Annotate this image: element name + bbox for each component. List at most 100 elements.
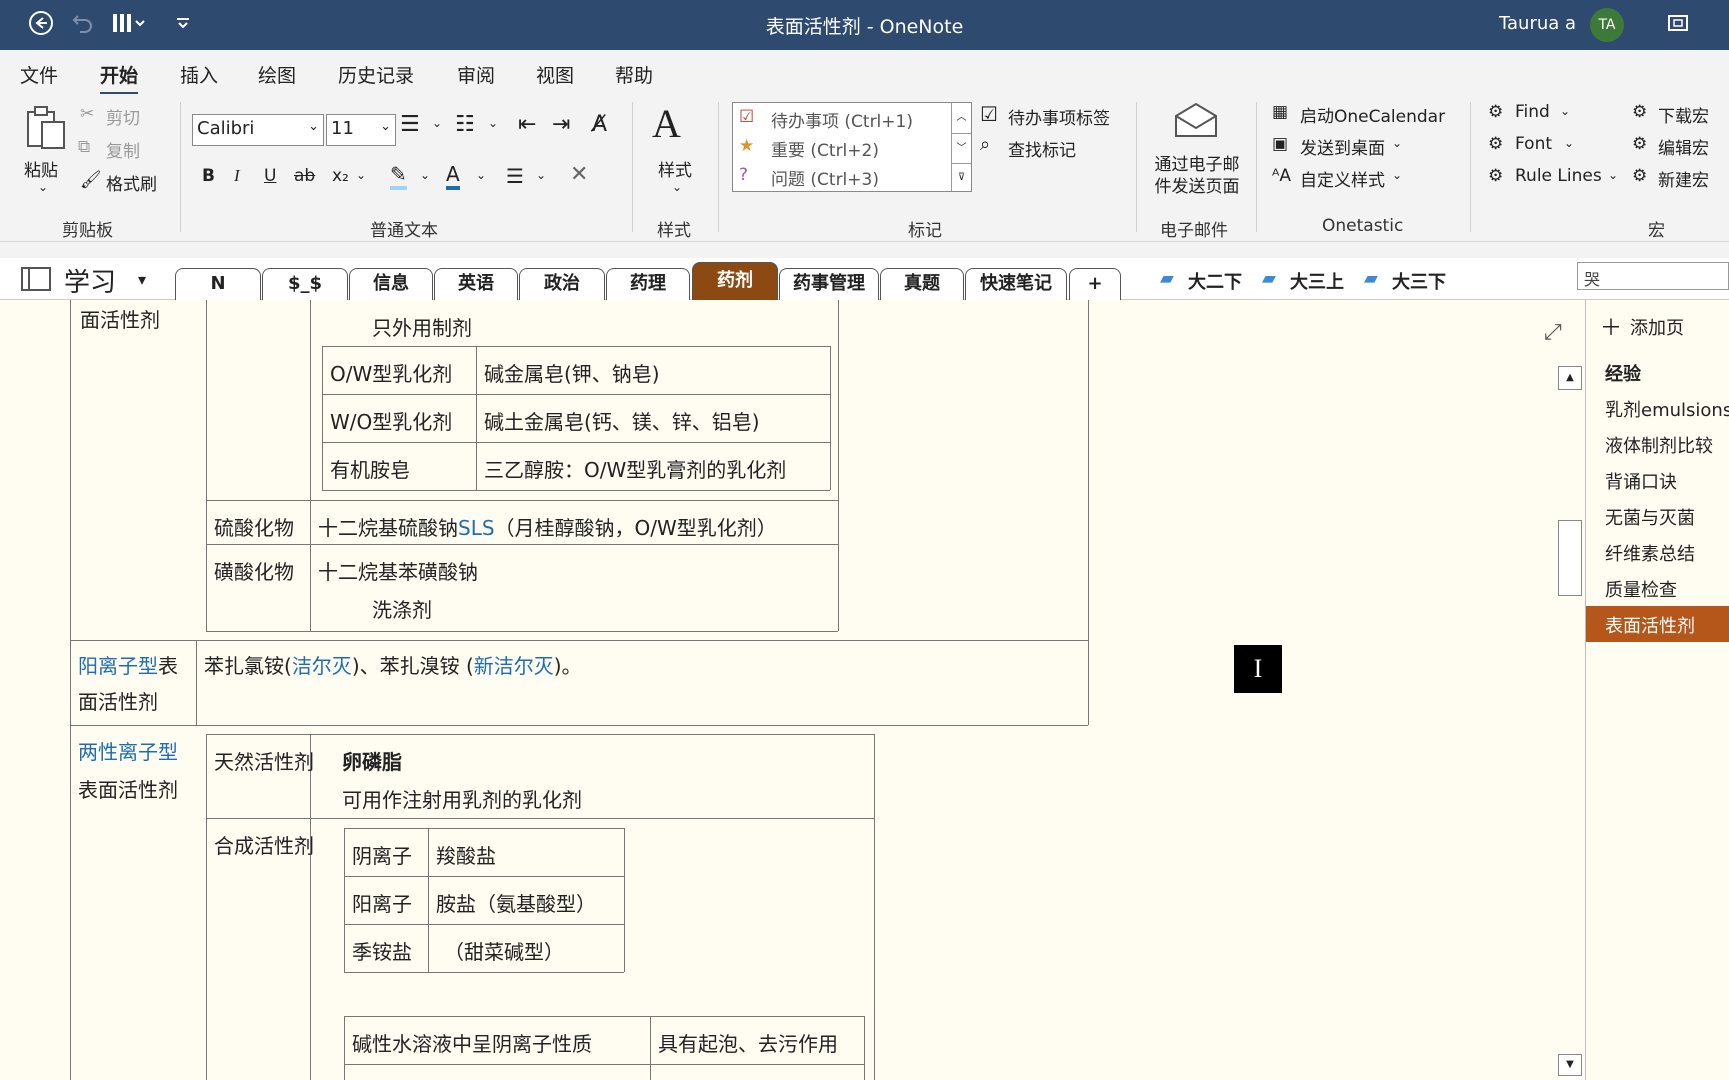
email-icon[interactable] xyxy=(1172,100,1220,145)
new-macro-button[interactable]: 新建宏 xyxy=(1658,166,1709,191)
subscript-icon[interactable]: x₂ xyxy=(332,166,349,186)
rule-lines-macro-button[interactable]: Rule Lines xyxy=(1515,166,1602,186)
new-macro-icon[interactable]: ⚙ xyxy=(1632,166,1647,186)
email-page-button[interactable]: 通过电子邮 件发送页面 xyxy=(1150,154,1244,198)
download-macro-button[interactable]: 下载宏 xyxy=(1658,102,1709,127)
delete-icon[interactable]: ✕ xyxy=(570,162,588,187)
chevron-down-icon[interactable]: ⌄ xyxy=(1392,136,1402,150)
chevron-down-icon[interactable]: ⌄ xyxy=(1608,168,1618,182)
user-name[interactable]: Taurua a xyxy=(1499,13,1576,34)
format-painter-icon[interactable]: 🖌 xyxy=(80,170,102,190)
menu-draw[interactable]: 绘图 xyxy=(258,61,296,88)
chevron-down-icon[interactable]: ⌄ xyxy=(38,180,48,194)
font-macro-icon[interactable]: ⚙ xyxy=(1488,134,1503,154)
page-item[interactable]: 无菌与灭菌 xyxy=(1586,498,1729,534)
menu-history[interactable]: 历史记录 xyxy=(338,61,414,88)
section-tab-dollar[interactable]: $_$ xyxy=(262,268,348,300)
menu-review[interactable]: 审阅 xyxy=(457,61,495,88)
highlight-icon[interactable]: ✎ xyxy=(390,162,407,190)
page-canvas[interactable]: 面活性剂 只外用制剂 O/W型乳化剂 碱金属皂(钾、钠皂) W/O型乳化剂 碱土… xyxy=(0,300,1585,1080)
increase-indent-icon[interactable]: ⇥ xyxy=(552,112,570,137)
avatar[interactable]: TA xyxy=(1590,8,1624,42)
menu-file[interactable]: 文件 xyxy=(20,61,58,88)
page-item[interactable]: 质量检查 xyxy=(1586,570,1729,606)
send-desktop-icon[interactable]: ▣ xyxy=(1272,134,1288,154)
paste-icon[interactable] xyxy=(24,104,68,155)
font-family-combo[interactable]: Calibri ⌄ xyxy=(192,114,324,146)
chevron-down-icon[interactable]: ⌄ xyxy=(536,168,546,182)
add-page-button[interactable]: 添加页 xyxy=(1630,314,1684,340)
section-group-3a[interactable]: 大三上 xyxy=(1290,268,1344,294)
section-tab-pharmacy-admin[interactable]: 药事管理 xyxy=(779,268,879,300)
font-color-icon[interactable]: A xyxy=(446,162,460,190)
find-macro-icon[interactable]: ⚙ xyxy=(1488,102,1503,122)
download-macro-icon[interactable]: ⚙ xyxy=(1632,102,1647,122)
italic-icon[interactable]: I xyxy=(234,166,240,186)
restore-window-icon[interactable] xyxy=(1666,10,1690,41)
custom-style-button[interactable]: 自定义样式 xyxy=(1300,166,1385,191)
copy-icon[interactable]: ⧉ xyxy=(78,137,90,157)
scroll-up-button[interactable]: ▲ xyxy=(1558,366,1582,390)
section-group-2b[interactable]: 大二下 xyxy=(1188,268,1242,294)
format-painter-button[interactable]: 格式刷 xyxy=(106,170,157,195)
menu-view[interactable]: 视图 xyxy=(536,61,574,88)
chevron-down-icon[interactable]: ⌄ xyxy=(432,116,442,130)
underline-icon[interactable]: U xyxy=(264,166,276,186)
chevron-down-icon[interactable]: ⌄ xyxy=(1564,136,1574,150)
tags-expand[interactable]: ⊽ xyxy=(951,163,971,191)
page-item[interactable]: 液体制剂比较 xyxy=(1586,426,1729,462)
calendar-icon[interactable]: ▦ xyxy=(1272,102,1288,122)
chevron-down-icon[interactable]: ⌄ xyxy=(420,168,430,182)
edit-macro-icon[interactable]: ⚙ xyxy=(1632,134,1647,154)
strikethrough-icon[interactable]: ab xyxy=(294,166,315,186)
chevron-down-icon[interactable]: ▾ xyxy=(138,270,146,289)
section-tab-pharmacology[interactable]: 药理 xyxy=(606,268,690,300)
tag-question[interactable]: 问题 (Ctrl+3) xyxy=(771,165,879,190)
font-size-combo[interactable]: 11 ⌄ xyxy=(326,114,396,146)
chevron-down-icon[interactable]: ⌄ xyxy=(356,168,366,182)
expand-page-icon[interactable]: ⤢ xyxy=(1544,320,1562,345)
page-item[interactable]: 背诵口诀 xyxy=(1586,462,1729,498)
chevron-down-icon[interactable]: ⌄ xyxy=(476,168,486,182)
section-tab-english[interactable]: 英语 xyxy=(434,268,518,300)
chevron-down-icon[interactable]: ⌄ xyxy=(1560,104,1570,118)
chevron-down-icon[interactable]: ⌄ xyxy=(672,180,682,194)
chevron-down-icon[interactable]: ⌄ xyxy=(488,116,498,130)
clear-formatting-icon[interactable]: A̸ xyxy=(592,112,607,137)
section-tab-politics[interactable]: 政治 xyxy=(519,268,605,300)
scroll-down-button[interactable]: ▼ xyxy=(1558,1054,1582,1076)
find-tags-icon[interactable]: ⌕ xyxy=(980,134,990,155)
bullet-list-icon[interactable]: ☰ xyxy=(400,112,420,137)
section-tab-quick-notes[interactable]: 快速笔记 xyxy=(965,268,1067,300)
cut-button[interactable]: 剪切 xyxy=(106,104,140,129)
notebook-icon[interactable] xyxy=(20,266,52,296)
edit-macro-button[interactable]: 编辑宏 xyxy=(1658,134,1709,159)
section-tab-pharmaceutics[interactable]: 药剂 xyxy=(692,262,778,300)
add-section-button[interactable]: + xyxy=(1069,268,1121,300)
tag-todo[interactable]: 待办事项 (Ctrl+1) xyxy=(771,107,913,132)
todo-tag-icon[interactable]: ☑ xyxy=(980,102,998,126)
paste-button[interactable]: 粘贴 xyxy=(24,156,58,181)
menu-help[interactable]: 帮助 xyxy=(615,61,653,88)
send-desktop-button[interactable]: 发送到桌面 xyxy=(1300,134,1385,159)
scroll-thumb[interactable] xyxy=(1558,520,1582,596)
font-macro-button[interactable]: Font xyxy=(1515,134,1552,154)
page-scrollbar[interactable]: ▲ ▼ xyxy=(1558,366,1584,1076)
search-input[interactable]: 哭 xyxy=(1577,262,1729,290)
menu-insert[interactable]: 插入 xyxy=(180,61,218,88)
section-tab-n[interactable]: N xyxy=(175,268,261,300)
onecalendar-button[interactable]: 启动OneCalendar xyxy=(1300,102,1445,127)
page-item[interactable]: 纤维素总结 xyxy=(1586,534,1729,570)
todo-tag-button[interactable]: 待办事项标签 xyxy=(1008,104,1110,129)
tags-scroll-down[interactable]: ﹀ xyxy=(951,133,971,163)
find-tags-button[interactable]: 查找标记 xyxy=(1008,136,1076,161)
cut-icon[interactable]: ✂ xyxy=(80,104,94,124)
page-item[interactable]: 乳剂emulsions xyxy=(1586,390,1729,426)
rule-lines-macro-icon[interactable]: ⚙ xyxy=(1488,166,1503,186)
chevron-down-icon[interactable]: ⌄ xyxy=(1392,168,1402,182)
styles-icon[interactable]: A xyxy=(652,100,681,147)
tags-gallery[interactable]: ☑ 待办事项 (Ctrl+1) ★ 重要 (Ctrl+2) ? 问题 (Ctrl… xyxy=(732,102,972,192)
tag-important[interactable]: 重要 (Ctrl+2) xyxy=(771,136,879,161)
bold-icon[interactable]: B xyxy=(202,166,215,186)
styles-button[interactable]: 样式 xyxy=(658,156,692,181)
